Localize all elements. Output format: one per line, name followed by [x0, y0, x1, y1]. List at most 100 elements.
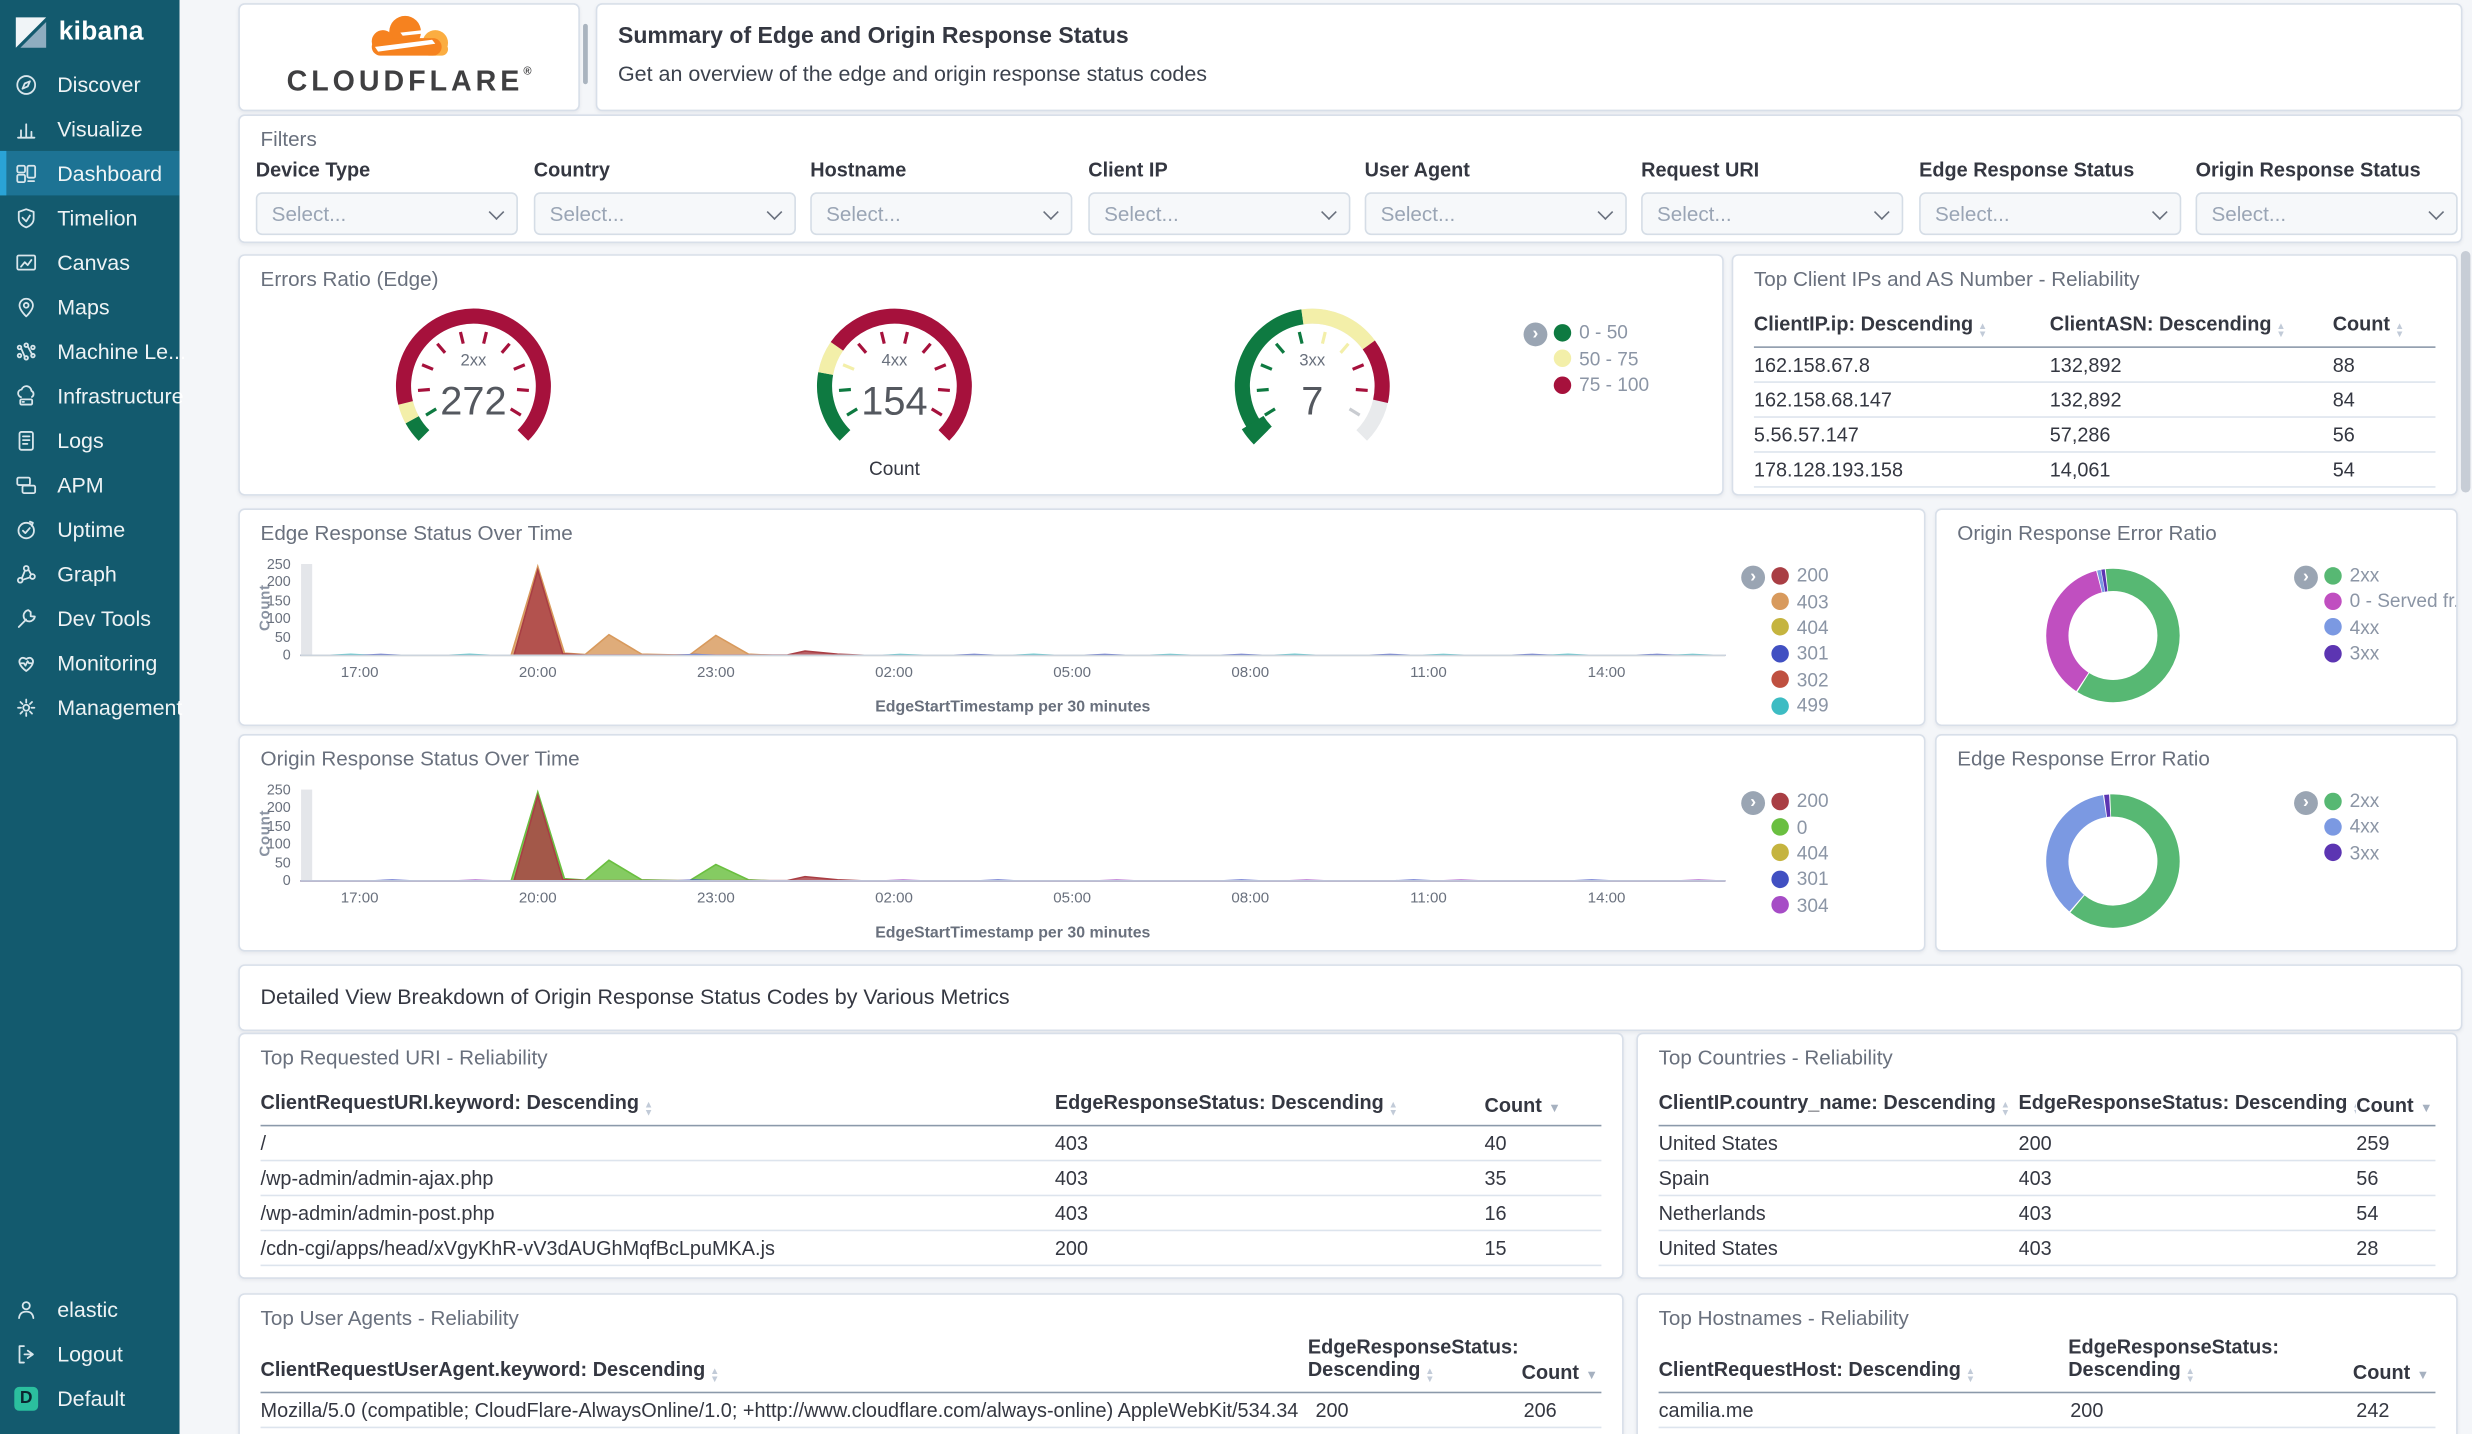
legend-expand-icon[interactable]: ›	[1741, 791, 1766, 815]
donut-slice-0-served-fr[interactable]	[2046, 570, 2103, 692]
legend-item-301[interactable]: 301	[1771, 866, 1829, 892]
legend-item-2xx[interactable]: 2xx	[2324, 562, 2456, 588]
column-header-clientrequesturi-keyword-descending[interactable]: ClientRequestURI.keyword: Descending ▲ ▼	[261, 1091, 1055, 1116]
column-header-clientrequesthost-descending[interactable]: ClientRequestHost: Descending ▲ ▼	[1659, 1358, 2069, 1384]
filter-select-hostname[interactable]: Select...	[810, 192, 1073, 236]
legend-item-4xx[interactable]: 4xx	[2324, 814, 2379, 840]
sidebar-item-maps[interactable]: Maps	[0, 284, 180, 328]
sidebar-item-infrastructure[interactable]: Infrastructure	[0, 373, 184, 417]
legend-item-4xx[interactable]: 4xx	[2324, 614, 2456, 640]
sidebar-footer-collapse[interactable]: Collapse	[0, 1420, 180, 1434]
column-header-clientip-ip-descending[interactable]: ClientIP.ip: Descending ▲ ▼	[1754, 313, 2050, 338]
sidebar-item-monitoring[interactable]: Monitoring	[0, 640, 180, 684]
scrollbar-thumb[interactable]	[2460, 251, 2471, 493]
y-tick-label: 0	[282, 646, 291, 663]
legend-item-404[interactable]: 404	[1771, 614, 1829, 640]
legend-dot	[1553, 349, 1572, 368]
column-header-count[interactable]: Count ▼	[2356, 1095, 2435, 1117]
sidebar-item-discover[interactable]: Discover	[0, 62, 180, 106]
legend-expand-icon[interactable]: ›	[2294, 791, 2318, 815]
donut-slice-4xx[interactable]	[2097, 569, 2105, 593]
x-tick-label: 23:00	[697, 664, 735, 682]
column-header-count[interactable]: Count ▼	[1484, 1095, 1601, 1117]
sidebar-item-apm[interactable]: APM	[0, 462, 180, 506]
column-header-edgeresponsestatus-descending[interactable]: EdgeResponseStatus: Descending▲▼	[2068, 1336, 2353, 1384]
column-header-clientip-country-name-descending[interactable]: ClientIP.country_name: Descending ▲ ▼	[1659, 1091, 2019, 1116]
donut-slice-2xx[interactable]	[2077, 568, 2180, 703]
sidebar-item-dashboard[interactable]: Dashboard	[0, 150, 180, 196]
column-header-clientasn-descending[interactable]: ClientASN: Descending ▲ ▼	[2050, 313, 2333, 338]
logout-icon	[14, 1342, 38, 1366]
legend-item-50-75[interactable]: 50 - 75	[1553, 346, 1649, 372]
panel-divider[interactable]	[583, 23, 588, 85]
legend-item-302[interactable]: 302	[1771, 667, 1829, 693]
filter-select-device-type[interactable]: Select...	[255, 192, 518, 236]
legend-item-3xx[interactable]: 3xx	[2324, 840, 2379, 866]
legend-expand-icon[interactable]: ›	[1523, 322, 1548, 347]
column-header-count[interactable]: Count ▼	[1522, 1362, 1602, 1384]
sidebar-item-timelion[interactable]: Timelion	[0, 195, 180, 239]
legend-item-0[interactable]: 0	[1771, 814, 1828, 840]
table-cell: 403	[1054, 1131, 1089, 1155]
filter-select-user-agent[interactable]: Select...	[1364, 192, 1627, 236]
sidebar-item-graph[interactable]: Graph	[0, 551, 180, 595]
sidebar-item-uptime[interactable]: Uptime	[0, 507, 180, 551]
sidebar-footer-default[interactable]: D Default	[0, 1376, 180, 1420]
legend-item-0-served-fr[interactable]: 0 - Served fr...	[2324, 588, 2456, 614]
donut-slice-4xx[interactable]	[2046, 795, 2107, 912]
legend-expand-icon[interactable]: ›	[2294, 565, 2318, 590]
sidebar-footer-logout[interactable]: Logout	[0, 1331, 180, 1375]
visualize-icon	[14, 117, 38, 141]
legend-item-301[interactable]: 301	[1771, 641, 1829, 667]
sidebar-item-label: APM	[57, 472, 104, 497]
page-scrollbar[interactable]	[2460, 0, 2471, 1434]
sidebar-item-machine-le[interactable]: Machine Le...	[0, 329, 186, 373]
filter-select-request-uri[interactable]: Select...	[1641, 192, 1904, 236]
table-row: /cdn-cgi/apps/head/xVgyKhR-vV3dAUGhMqfBc…	[260, 1231, 1602, 1267]
errors-ratio-panel: Errors Ratio (Edge) 2xx 272 4xx 154 3xx 7 Cou…	[238, 254, 1724, 496]
sidebar-item-dev-tools[interactable]: Dev Tools	[0, 596, 180, 640]
legend-expand-icon[interactable]: ›	[1741, 565, 1766, 590]
legend-dot	[1553, 376, 1572, 394]
legend-item-499[interactable]: 499	[1771, 693, 1829, 719]
chevron-down-icon	[488, 203, 505, 220]
sidebar-item-label: Machine Le...	[57, 339, 186, 364]
kibana-logo[interactable]: kibana	[0, 0, 180, 62]
sort-desc-icon: ▼	[1585, 1367, 1598, 1383]
sidebar-item-visualize[interactable]: Visualize	[0, 106, 180, 150]
sort-icon: ▲▼	[1977, 322, 1988, 339]
sidebar-item-management[interactable]: Management	[0, 685, 182, 729]
sidebar-item-logs[interactable]: Logs	[0, 418, 180, 462]
column-header-edgeresponsestatus-descending[interactable]: EdgeResponseStatus: Descending▲▼	[2019, 1091, 2357, 1116]
column-header-edgeresponsestatus-descending[interactable]: EdgeResponseStatus: Descending▲▼	[1308, 1336, 1522, 1384]
column-header-clientrequestuseragent-keyword-descending[interactable]: ClientRequestUserAgent.keyword: Descendi…	[261, 1358, 1308, 1384]
legend-item-304[interactable]: 304	[1771, 892, 1829, 918]
y-tick-label: 150	[266, 592, 291, 609]
legend-item-0-50[interactable]: 0 - 50	[1553, 319, 1649, 345]
origin-status-over-time-panel: Origin Response Status Over Time Count E…	[238, 733, 1926, 952]
legend-item-404[interactable]: 404	[1771, 840, 1829, 866]
filter-select-edge-response-status[interactable]: Select...	[1919, 192, 2182, 236]
filter-select-client-ip[interactable]: Select...	[1088, 192, 1351, 236]
filter-select-country[interactable]: Select...	[533, 192, 796, 236]
y-tick-label: 250	[266, 781, 291, 798]
panel-title: Edge Response Error Ratio	[1957, 746, 2210, 771]
sidebar-item-label: Maps	[57, 294, 110, 319]
column-header-count[interactable]: Count ▲ ▼	[2333, 313, 2436, 338]
series-403	[300, 563, 1726, 656]
legend-item-200[interactable]: 200	[1771, 788, 1829, 814]
legend-item-403[interactable]: 403	[1771, 588, 1829, 614]
legend-item-200[interactable]: 200	[1771, 562, 1829, 588]
column-header-count[interactable]: Count ▼	[2353, 1362, 2436, 1384]
svg-text:7: 7	[1301, 380, 1323, 424]
legend-item-3xx[interactable]: 3xx	[2324, 640, 2456, 666]
legend-item-2xx[interactable]: 2xx	[2324, 788, 2379, 814]
sidebar-item-canvas[interactable]: Canvas	[0, 240, 180, 284]
legend-item-75-100[interactable]: 75 - 100	[1553, 372, 1649, 398]
filter-select-origin-response-status[interactable]: Select...	[2195, 192, 2458, 236]
table-header-row: ClientIP.ip: Descending ▲ ▼ ClientASN: Desc…	[1753, 313, 2436, 348]
table-row: 162.158.68.147 132,892 84	[1753, 383, 2436, 418]
sidebar-footer-elastic[interactable]: elastic	[0, 1287, 180, 1331]
sort-icon: ▲▼	[2000, 1100, 2011, 1117]
column-header-edgeresponsestatus-descending[interactable]: EdgeResponseStatus: Descending▲▼	[1055, 1091, 1485, 1116]
